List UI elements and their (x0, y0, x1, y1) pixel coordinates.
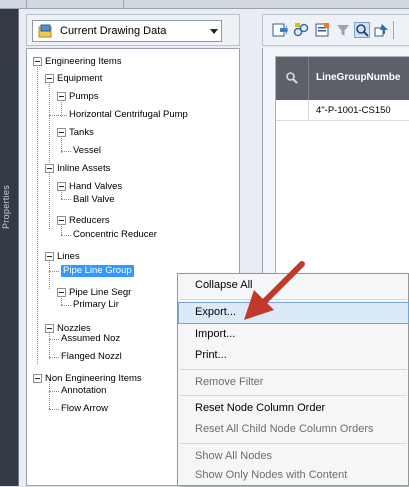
table-cell-line-group-number[interactable]: 4"-P-1001-CS150 (316, 105, 391, 116)
tree-node-pumps[interactable]: Pumps (69, 91, 99, 103)
zoom-to-item-button[interactable] (354, 22, 370, 38)
tree-connector (49, 339, 59, 340)
tree-node-ball-valve[interactable]: Ball Valve (73, 194, 115, 206)
tree-connector (49, 329, 50, 359)
link-items-icon[interactable] (293, 22, 309, 38)
tree-node-inline-assets[interactable]: Inline Assets (57, 163, 110, 175)
collapse-icon[interactable] (57, 128, 66, 137)
collapse-icon[interactable] (57, 288, 66, 297)
select-in-drawing-icon[interactable] (374, 22, 390, 38)
tree-connector (49, 115, 67, 116)
tree-connector (49, 409, 59, 410)
tree-node-equipment[interactable]: Equipment (57, 73, 102, 85)
tree-connector (49, 257, 50, 289)
menu-item-label: Show Only Nodes with Content (195, 469, 348, 481)
tree-connector (49, 169, 50, 229)
menu-item-label: Print... (195, 349, 227, 361)
menu-item-print[interactable]: Print... (178, 345, 409, 367)
table-row[interactable]: 4"-P-1001-CS150 (276, 100, 409, 121)
column-header-line-group-number[interactable]: LineGroupNumbe (316, 72, 400, 83)
filter-icon[interactable] (335, 22, 351, 38)
menu-item-reset-node-column-order[interactable]: Reset Node Column Order (178, 398, 409, 420)
top-strip-divider (123, 0, 124, 9)
top-strip-divider (26, 0, 27, 9)
window-top-strip (0, 0, 409, 9)
tree-connector (37, 61, 38, 364)
export-drawing-icon[interactable] (272, 22, 288, 38)
tree-node-flanged-nozzle[interactable]: Flanged Nozzl (61, 351, 122, 363)
chevron-down-icon[interactable] (210, 29, 218, 34)
tree-connector (61, 199, 71, 200)
header-divider (308, 57, 309, 100)
tree-node-vessel[interactable]: Vessel (73, 145, 101, 157)
menu-item-label: Reset Node Column Order (195, 402, 326, 414)
tree-connector (61, 235, 71, 236)
menu-item-label: Remove Filter (195, 376, 264, 388)
tree-node-pipe-line-segment[interactable]: Pipe Line Segr (69, 287, 131, 299)
tree-node-primary-line[interactable]: Primary Lir (73, 299, 119, 311)
properties-palette-label: Properties (1, 184, 11, 230)
drawing-data-dropdown[interactable]: Current Drawing Data (32, 20, 222, 42)
left-toolbar: Current Drawing Data (26, 14, 240, 46)
grid-toolbar (262, 14, 409, 46)
tree-node-assumed-nozzle[interactable]: Assumed Noz (61, 333, 120, 345)
menu-item-label: Reset All Child Node Column Orders (195, 423, 374, 435)
tree-node-flow-arrow[interactable]: Flow Arrow (61, 403, 108, 415)
tree-node-reducers[interactable]: Reducers (69, 215, 110, 227)
collapse-icon[interactable] (45, 324, 54, 333)
collapse-icon[interactable] (45, 74, 54, 83)
tree-connector (49, 391, 59, 392)
menu-item-label: Show All Nodes (195, 450, 273, 462)
collapse-icon[interactable] (57, 92, 66, 101)
tree-connector (61, 305, 71, 306)
search-icon[interactable] (285, 71, 299, 85)
menu-item-remove-filter[interactable]: Remove Filter (178, 372, 409, 394)
tree-connector (49, 357, 59, 358)
collapse-icon[interactable] (45, 164, 54, 173)
toolbar-separator (393, 21, 394, 39)
collapse-icon[interactable] (33, 374, 42, 383)
properties-palette-strip[interactable]: Properties (0, 9, 18, 486)
red-arrow-icon (244, 261, 305, 320)
menu-item-import[interactable]: Import... (178, 324, 409, 346)
menu-separator (180, 443, 407, 444)
tree-node-lines[interactable]: Lines (57, 251, 80, 263)
collapse-icon[interactable] (57, 182, 66, 191)
collapse-icon[interactable] (57, 216, 66, 225)
menu-separator (180, 395, 407, 396)
tree-node-tanks[interactable]: Tanks (69, 127, 94, 139)
tree-node-engineering-items[interactable]: Engineering Items (45, 56, 122, 68)
tree-node-annotation[interactable]: Annotation (61, 385, 106, 397)
tree-node-pipe-line-group[interactable]: Pipe Line Group (61, 265, 134, 277)
tree-connector (61, 151, 71, 152)
tree-node-non-engineering-items[interactable]: Non Engineering Items (45, 373, 142, 385)
row-divider (308, 100, 309, 121)
menu-item-label: Export... (195, 306, 236, 318)
tree-node-hand-valves[interactable]: Hand Valves (69, 181, 122, 193)
magnifier-icon (356, 24, 369, 37)
tree-connector (49, 79, 50, 163)
tree-node-horizontal-centrifugal-pump[interactable]: Horizontal Centrifugal Pump (69, 109, 188, 121)
collapse-icon[interactable] (33, 57, 42, 66)
tree-connector (49, 271, 59, 272)
menu-item-show-only-nodes-with-content[interactable]: Show Only Nodes with Content (178, 465, 409, 487)
tree-node-concentric-reducer[interactable]: Concentric Reducer (73, 229, 157, 241)
drawing-data-dropdown-value: Current Drawing Data (60, 25, 167, 37)
properties-icon[interactable] (314, 22, 330, 38)
collapse-icon[interactable] (45, 252, 54, 261)
drawing-data-icon (38, 24, 52, 38)
menu-separator (180, 369, 407, 370)
menu-item-reset-all-child-node-column-orders[interactable]: Reset All Child Node Column Orders (178, 419, 409, 441)
menu-item-label: Import... (195, 328, 236, 340)
grid-header: LineGroupNumbe (276, 57, 409, 100)
